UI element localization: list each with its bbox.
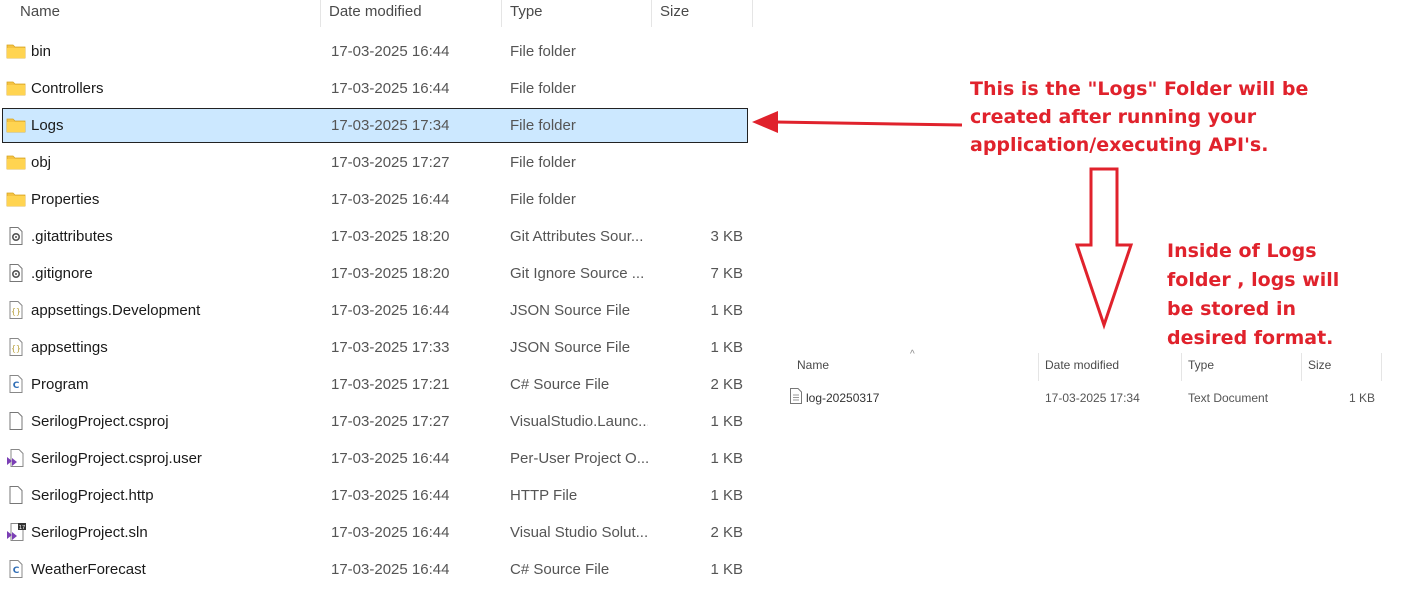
column-size[interactable]: Size xyxy=(1302,353,1382,381)
column-name[interactable]: Name xyxy=(791,353,1039,381)
annotation-arrows xyxy=(752,111,1134,330)
file-name: log-20250317 xyxy=(806,391,880,405)
down-arrow-icon xyxy=(1074,167,1134,330)
file-date: 17-03-2025 17:34 xyxy=(1045,391,1140,405)
log-file-row[interactable]: log-20250317 17-03-2025 17:34 Text Docum… xyxy=(785,387,1385,409)
text-file-icon xyxy=(789,388,803,404)
column-date-modified[interactable]: Date modified xyxy=(1039,353,1182,381)
logs-folder-view: ^ Name Date modified Type Size log-20250… xyxy=(785,345,1385,425)
left-arrow-icon xyxy=(752,111,963,133)
column-type[interactable]: Type xyxy=(1182,353,1302,381)
file-type: Text Document xyxy=(1188,391,1269,405)
file-size: 1 KB xyxy=(1348,391,1375,405)
